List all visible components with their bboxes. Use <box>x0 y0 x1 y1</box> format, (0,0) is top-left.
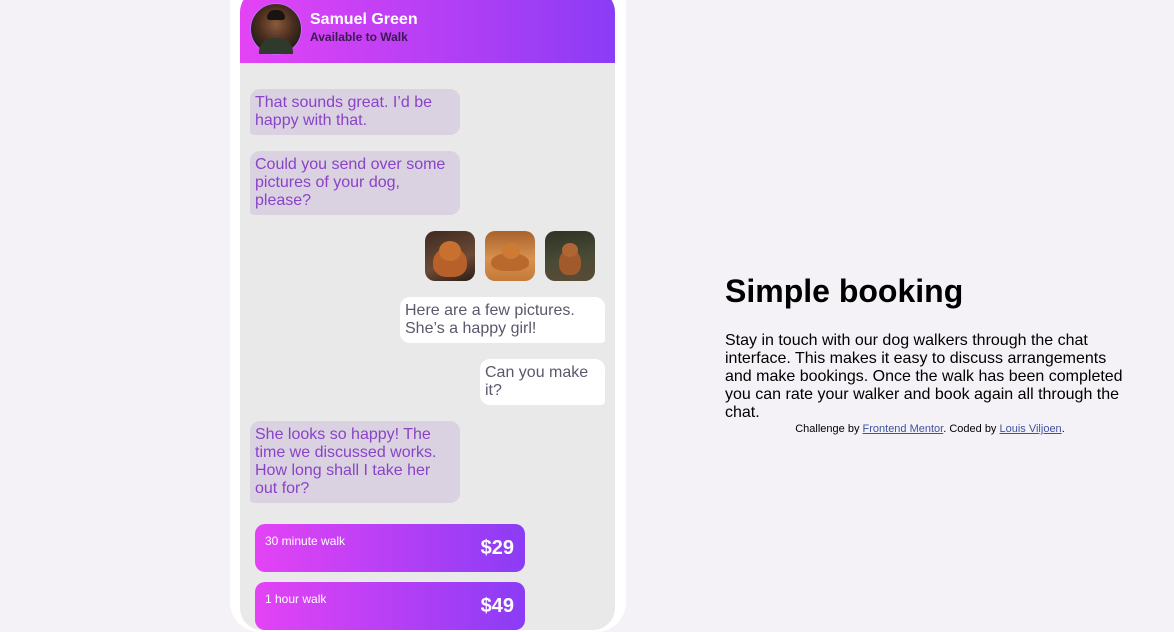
dog-photo-2[interactable] <box>485 231 535 281</box>
message-them: Could you send over some pictures of you… <box>250 151 460 215</box>
message-me: Here are a few pictures. She’s a happy g… <box>400 297 605 343</box>
offer-price: $29 <box>480 537 514 559</box>
attribution-suffix: . <box>1061 423 1065 435</box>
dog-photo-1[interactable] <box>425 231 475 281</box>
offer-price: $49 <box>480 595 514 617</box>
section-description: Stay in touch with our dog walkers throu… <box>725 332 1123 421</box>
walker-status: Available to Walk <box>310 30 408 44</box>
author-link[interactable]: Louis Viljoen <box>1000 423 1062 435</box>
offer-label: 1 hour walk <box>265 592 327 606</box>
attribution-prefix: Challenge by <box>795 423 863 435</box>
message-them: That sounds great. I’d be happy with tha… <box>250 89 460 135</box>
offer-1-hour[interactable]: 1 hour walk $49 <box>255 582 525 630</box>
walker-name: Samuel Green <box>310 11 418 28</box>
walker-avatar <box>250 3 302 55</box>
offer-label: 30 minute walk <box>265 534 346 548</box>
chat-screen: Samuel Green Available to Walk That soun… <box>240 0 615 630</box>
attribution: Challenge by Frontend Mentor. Coded by L… <box>725 423 1135 435</box>
message-me: Can you make it? <box>480 359 605 405</box>
avatar-hair <box>267 10 285 20</box>
message-them: She looks so happy! The time we discusse… <box>250 421 460 503</box>
frontend-mentor-link[interactable]: Frontend Mentor <box>863 423 944 435</box>
chat-header: Samuel Green Available to Walk <box>240 0 615 63</box>
avatar-shirt <box>259 38 293 54</box>
dog-photo-3[interactable] <box>545 231 595 281</box>
section-title: Simple booking <box>725 273 964 309</box>
offer-30-minute[interactable]: 30 minute walk $29 <box>255 524 525 572</box>
attribution-middle: . Coded by <box>943 423 1000 435</box>
